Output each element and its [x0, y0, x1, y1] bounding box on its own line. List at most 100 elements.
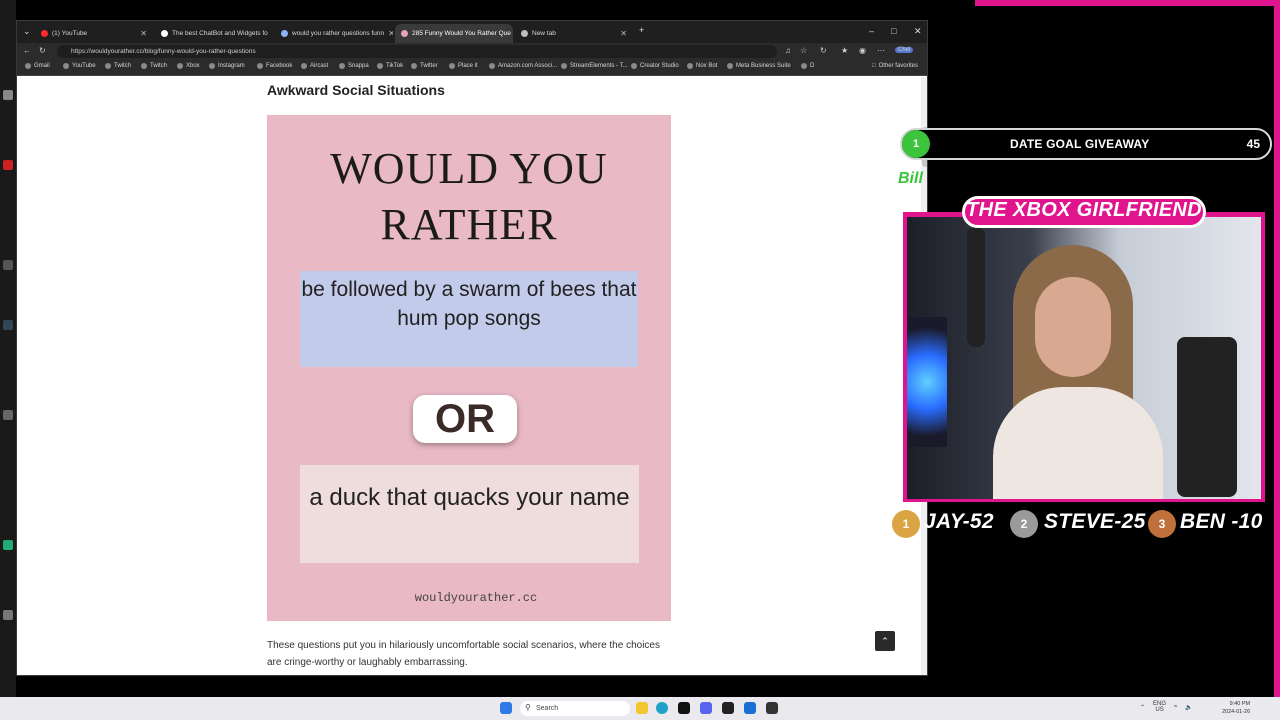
tab-search[interactable]: would you rather questions funn ✕: [275, 24, 393, 43]
desktop-app-icon[interactable]: [3, 90, 13, 100]
clock-date: 2024-01-26: [1222, 709, 1251, 715]
option-a: be followed by a swarm of bees that hum …: [300, 271, 638, 367]
close-icon[interactable]: ✕: [620, 29, 627, 38]
file-explorer-icon[interactable]: [636, 702, 648, 714]
address-bar[interactable]: https://wouldyourather.cc/blog/funny-wou…: [57, 45, 777, 58]
new-tab-button[interactable]: +: [639, 25, 644, 35]
bookmark-item[interactable]: Facebook: [257, 63, 292, 69]
app-icon[interactable]: [722, 702, 734, 714]
would-you-rather-card: WOULD YOU RATHER be followed by a swarm …: [267, 115, 671, 621]
bookmark-item[interactable]: Xbox: [177, 63, 200, 69]
streamer-name: THE XBOX GIRLFRIEND: [966, 199, 1202, 221]
frame-bar-top: [975, 0, 1280, 6]
bookmark-label: Amazon.com Associ...: [498, 63, 558, 69]
medal-1-icon: 1: [892, 510, 920, 538]
bookmark-item[interactable]: Instagram: [209, 63, 245, 69]
bookmark-label: TikTok: [386, 63, 404, 69]
option-b: a duck that quacks your name: [300, 465, 639, 563]
bookmark-label: Instagram: [218, 63, 245, 69]
close-window-icon[interactable]: ✕: [914, 26, 922, 37]
bookmark-item[interactable]: YouTube: [63, 63, 96, 69]
chair-shape: [1177, 337, 1237, 497]
tab-youtube[interactable]: (1) YouTube ✕: [35, 24, 153, 43]
desktop-app-icon[interactable]: [3, 410, 13, 420]
bookmark-favicon-icon: [377, 63, 383, 69]
back-icon[interactable]: ←: [23, 46, 31, 55]
profile-button[interactable]: Chel: [895, 47, 914, 53]
favorites-icon[interactable]: ★: [841, 46, 848, 55]
bookmark-item[interactable]: D: [801, 63, 814, 69]
bookmark-item[interactable]: Meta Business Suite: [727, 63, 791, 69]
goal-label: DATE GOAL GIVEAWAY: [1010, 137, 1150, 151]
scroll-to-top-button[interactable]: ⌃: [875, 631, 895, 651]
bookmark-item[interactable]: Twitch: [141, 63, 167, 69]
bookmark-favicon-icon: [561, 63, 567, 69]
x-app-icon[interactable]: [678, 702, 690, 714]
bookmark-favicon-icon: [339, 63, 345, 69]
extension-icon[interactable]: ◉: [859, 46, 866, 55]
tab-would-you-rather[interactable]: 285 Funny Would You Rather Que ✕: [395, 24, 513, 43]
bookmark-item[interactable]: Place it: [449, 63, 478, 69]
other-favorites[interactable]: □ Other favorites: [872, 63, 918, 69]
volume-icon[interactable]: 🔈: [1185, 704, 1192, 711]
bookmark-label: StreamElements - T...: [570, 63, 628, 69]
webcam-feed: [907, 217, 1261, 499]
streamelements-favicon-icon: [161, 30, 168, 37]
bookmark-item[interactable]: Creator Studio: [631, 63, 679, 69]
bookmark-favicon-icon: [105, 63, 111, 69]
bookmark-item[interactable]: Amazon.com Associ...: [489, 63, 557, 69]
obs-icon[interactable]: [766, 702, 778, 714]
edge-icon[interactable]: [656, 702, 668, 714]
bookmark-favicon-icon: [449, 63, 455, 69]
bookmark-item[interactable]: Snappa: [339, 63, 369, 69]
desktop-app-icon[interactable]: [3, 610, 13, 620]
bookmark-item[interactable]: Aircast: [301, 63, 328, 69]
bookmark-item[interactable]: Twitter: [411, 63, 438, 69]
tab-new[interactable]: New tab ✕: [515, 24, 633, 43]
tray-language[interactable]: ENG US: [1153, 701, 1166, 713]
desktop-app-icon[interactable]: [3, 160, 13, 170]
bookmark-item[interactable]: TikTok: [377, 63, 403, 69]
close-icon[interactable]: ✕: [272, 29, 273, 38]
tray-region-label: US: [1155, 707, 1164, 713]
bookmark-item[interactable]: StreamElements - T...: [561, 63, 628, 69]
favorite-star-icon[interactable]: ☆: [800, 46, 807, 55]
bookmark-label: Twitter: [420, 63, 438, 69]
minimize-icon[interactable]: –: [869, 26, 874, 36]
section-heading: Awkward Social Situations: [267, 82, 445, 98]
app-icon[interactable]: [744, 702, 756, 714]
bookmark-favicon-icon: [301, 63, 307, 69]
card-title-line2: RATHER: [380, 200, 558, 249]
chevron-up-icon[interactable]: ⌃: [1140, 704, 1145, 711]
reload-icon[interactable]: ↻: [39, 46, 46, 55]
taskbar-clock[interactable]: 9:40 PM 2024-01-26: [1222, 700, 1250, 716]
bookmark-item[interactable]: Twitch: [105, 63, 131, 69]
tab-search-icon[interactable]: ⌄: [23, 26, 31, 37]
close-icon[interactable]: ✕: [140, 29, 147, 38]
desktop-app-icon[interactable]: [3, 320, 13, 330]
close-icon[interactable]: ✕: [388, 29, 393, 38]
tab-label: (1) YouTube: [52, 30, 88, 37]
bookmark-label: Place it: [458, 63, 478, 69]
person-body-shape: [993, 387, 1163, 499]
card-title-line1: WOULD YOU: [330, 144, 608, 193]
bookmark-item[interactable]: Nox Bot: [687, 63, 717, 69]
start-button[interactable]: [500, 702, 512, 714]
desktop-app-icon[interactable]: [3, 260, 13, 270]
tab-chatbot[interactable]: The best ChatBot and Widgets fo ✕: [155, 24, 273, 43]
discord-icon[interactable]: [700, 702, 712, 714]
bookmark-favicon-icon: [25, 63, 31, 69]
maximize-icon[interactable]: □: [891, 26, 896, 36]
refresh-extension-icon[interactable]: ↻: [820, 46, 827, 55]
wifi-icon[interactable]: ≈: [1174, 704, 1177, 710]
taskbar-search[interactable]: ⚲ Search: [520, 701, 630, 716]
bookmark-label: YouTube: [72, 63, 96, 69]
desktop-app-icon[interactable]: [3, 540, 13, 550]
read-aloud-icon[interactable]: ♫: [785, 46, 791, 55]
more-menu-icon[interactable]: ⋯: [877, 46, 885, 55]
bookmark-item[interactable]: Gmail: [25, 63, 50, 69]
windows-taskbar: ⚲ Search ⌃ ENG US ≈ 🔈 9:40 PM 2024-01-26: [0, 697, 1280, 720]
clock-time: 9:40 PM: [1229, 701, 1251, 707]
medal-2-icon: 2: [1010, 510, 1038, 538]
bookmark-favicon-icon: [801, 63, 807, 69]
